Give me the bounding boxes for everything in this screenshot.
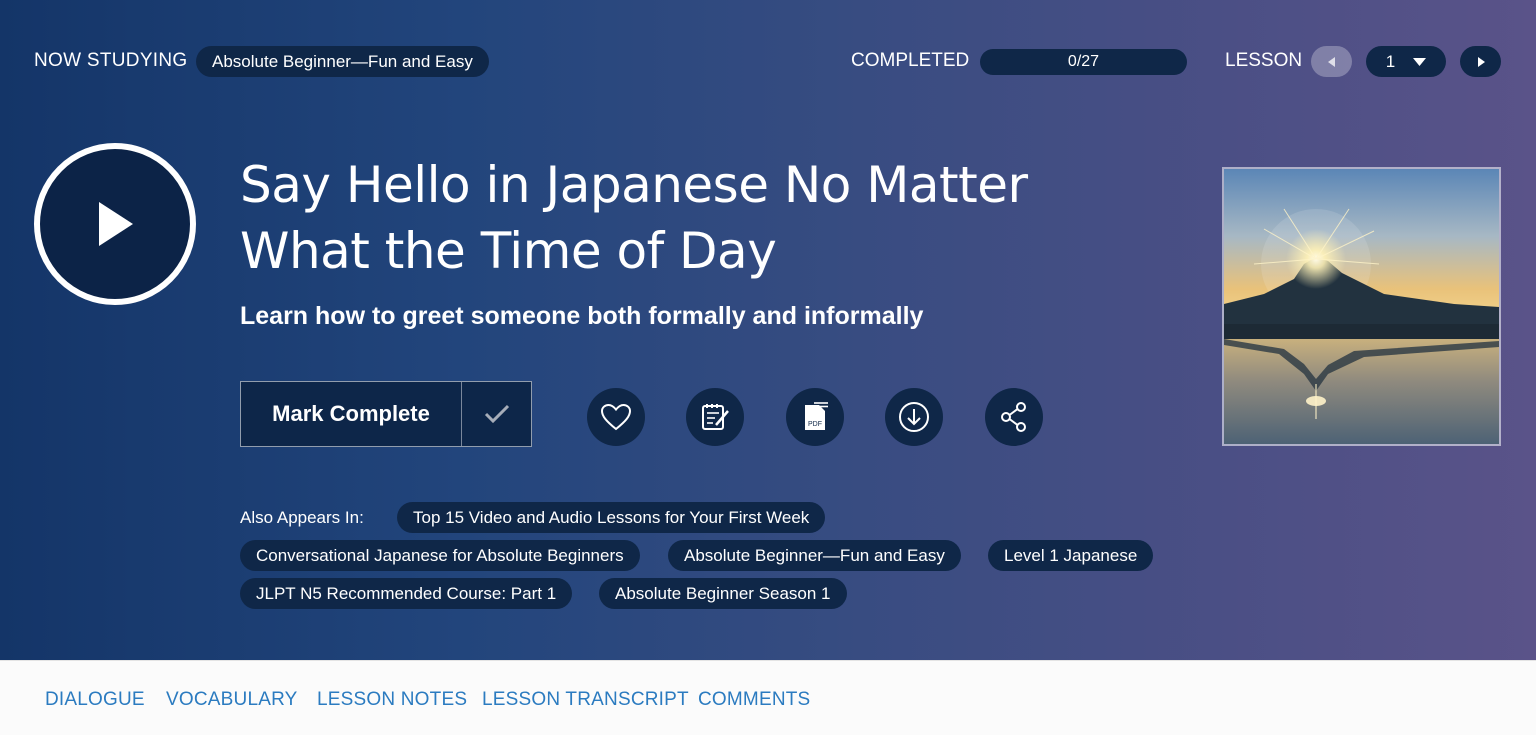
share-button[interactable] [985,388,1043,446]
favorite-button[interactable] [587,388,645,446]
mount-fuji-image [1224,169,1499,444]
course-tag[interactable]: JLPT N5 Recommended Course: Part 1 [240,578,573,609]
play-audio-button[interactable] [34,143,196,305]
previous-lesson-button[interactable] [1311,46,1352,77]
download-icon [899,402,929,432]
lesson-title: Say Hello in Japanese No Matter What the… [240,152,1120,284]
tab-lesson-notes[interactable]: LESSON NOTES [317,689,467,711]
study-topbar: NOW STUDYING Absolute Beginner—Fun and E… [0,0,1536,122]
play-icon [99,202,133,246]
pdf-icon: PDF [805,402,828,430]
course-tag[interactable]: Level 1 Japanese [988,540,1154,571]
heart-icon [600,403,632,431]
lesson-title-line2: What the Time of Day [240,222,777,280]
lesson-title-line1: Say Hello in Japanese No Matter [240,156,1028,214]
svg-text:PDF: PDF [808,421,822,428]
now-studying-label: NOW STUDYING [34,50,188,71]
also-appears-label: Also Appears In: [240,508,364,527]
lesson-hero: NOW STUDYING Absolute Beginner—Fun and E… [0,0,1536,660]
course-tag[interactable]: Absolute Beginner Season 1 [599,578,847,609]
current-course-pill[interactable]: Absolute Beginner—Fun and Easy [196,46,489,77]
lesson-thumbnail [1222,167,1501,446]
lesson-subtitle: Learn how to greet someone both formally… [240,302,924,330]
chevron-left-icon [1327,56,1335,67]
mark-complete-label: Mark Complete [241,382,462,446]
course-tag[interactable]: Top 15 Video and Audio Lessons for Your … [397,502,826,533]
mark-complete-button[interactable]: Mark Complete [240,381,532,447]
notes-icon [702,404,729,430]
checkmark-icon [484,404,509,424]
chevron-down-icon [1413,57,1427,66]
lesson-number-select[interactable]: 1 [1366,46,1446,77]
lesson-number: 1 [1385,51,1396,71]
course-tag[interactable]: Conversational Japanese for Absolute Beg… [240,540,640,571]
lesson-notes-button[interactable] [686,388,744,446]
share-icon [1001,402,1026,432]
tab-lesson-transcript[interactable]: LESSON TRANSCRIPT [482,689,689,711]
completed-label: COMPLETED [851,50,970,71]
progress-text: 0/27 [1067,53,1100,70]
next-lesson-button[interactable] [1460,46,1501,77]
download-button[interactable] [885,388,943,446]
tab-vocabulary[interactable]: VOCABULARY [166,689,298,711]
lesson-tabs: DIALOGUE VOCABULARY LESSON NOTES LESSON … [0,660,1536,735]
mark-complete-check[interactable] [462,382,531,446]
pdf-download-button[interactable]: PDF [786,388,844,446]
course-tag[interactable]: Absolute Beginner—Fun and Easy [668,540,961,571]
tab-comments[interactable]: COMMENTS [698,689,810,711]
tab-dialogue[interactable]: DIALOGUE [45,689,145,711]
completion-progress-bar: 0/27 [980,49,1187,75]
lesson-label: LESSON [1225,50,1303,71]
chevron-right-icon [1477,56,1485,67]
